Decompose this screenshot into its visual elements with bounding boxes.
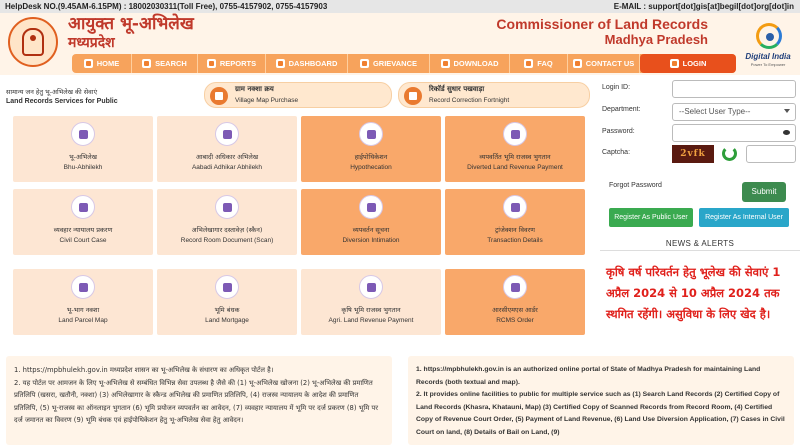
tile-transaction-details[interactable]: ट्रांजेक्शन विवरण Transaction Details	[445, 189, 585, 255]
digital-india-logo[interactable]: Digital India Power To Empower	[742, 23, 794, 71]
login-id-label: Login ID:	[602, 84, 631, 91]
captcha-input[interactable]	[746, 145, 796, 163]
faq-icon	[524, 59, 534, 68]
news-divider	[600, 250, 800, 251]
department-label: Department:	[602, 106, 641, 113]
record-icon	[404, 87, 422, 105]
tile-rcms-order[interactable]: आरसीएमएस आर्डर RCMS Order	[445, 269, 585, 335]
news-alerts-title: NEWS & ALERTS	[665, 239, 735, 248]
login-icon	[669, 59, 679, 68]
tile-agri-revenue[interactable]: कृषि भूमि राजस्व भुगतान Agri. Land Revenu…	[301, 269, 441, 335]
info-panel-hindi: 1. https://mpbhulekh.gov.in मध्यप्रदेश श…	[6, 356, 392, 445]
court-icon	[71, 195, 95, 219]
register-public-button[interactable]: Register As Public User	[609, 208, 693, 227]
tile-land-parcel-map[interactable]: भू-भाग नक्शा Land Parcel Map	[13, 269, 153, 335]
tile-bhu-abhilekh[interactable]: भू-अभिलेख Bhu-Abhilekh	[13, 116, 153, 182]
services-heading: सामान्य जन हेतु भू-अभिलेख की सेवाएं Land…	[6, 88, 118, 105]
submit-button[interactable]: Submit	[742, 182, 786, 202]
email-text: E-MAIL : support[dot]gis[at]begil[dot]or…	[613, 2, 794, 11]
helpdesk-text: HelpDesk NO.(9.45AM-6.15PM) : 1800203031…	[5, 2, 328, 11]
captcha-image: 2vfk	[672, 145, 714, 163]
tile-hypothecation[interactable]: हाईपोथिकेशन Hypothecation	[301, 116, 441, 182]
diversion-icon	[359, 195, 383, 219]
nav-grievance[interactable]: GRIEVANCE	[348, 54, 430, 73]
forgot-password-link[interactable]: Forgot Password	[609, 182, 662, 189]
info-panel-english: 1. https://mpbhulekh.gov.in is an author…	[408, 356, 794, 445]
nav-login[interactable]: LOGIN	[640, 54, 736, 73]
search-icon	[142, 59, 152, 68]
tile-aabadi[interactable]: आबादी अधिकार अभिलेख Aabadi Adhikar Abhile…	[157, 116, 297, 182]
info-hindi-2: 2. यह पोर्टल पर आमजन के लिए भू-अभिलेख से…	[14, 378, 379, 425]
record-correction-link[interactable]: रिकॉर्ड सुधार पखवाड़ा Record Correction …	[398, 82, 590, 108]
nav-search[interactable]: SEARCH	[132, 54, 198, 73]
contact-icon	[572, 59, 582, 68]
agri-payment-icon	[359, 275, 383, 299]
tile-diverted-revenue[interactable]: व्यपवर्तित भूमि राजस्व भुगतान Diverted La…	[445, 116, 585, 182]
scan-icon	[215, 195, 239, 219]
mp-emblem-icon	[8, 17, 58, 67]
tile-land-mortgage[interactable]: भूमि बंधक Land Mortgage	[157, 269, 297, 335]
rcms-icon	[503, 275, 527, 299]
digital-india-icon	[756, 23, 782, 49]
tile-record-room[interactable]: अभिलेखागार दस्तावेज़ (स्कैन) Record Room …	[157, 189, 297, 255]
report-icon	[206, 59, 216, 68]
info-english-2: 2. It provides online facilities to publ…	[416, 391, 785, 436]
english-site-title: Commissioner of Land Records	[496, 16, 708, 32]
password-input[interactable]	[672, 124, 796, 142]
grievance-icon	[359, 59, 369, 68]
village-map-purchase-link[interactable]: ग्राम नक्शा क्रय Village Map Purchase	[204, 82, 392, 108]
main-nav: HOME SEARCH REPORTS DASHBOARD GRIEVANCE …	[72, 54, 736, 73]
nav-home[interactable]: HOME	[72, 54, 132, 73]
document-icon	[215, 122, 239, 146]
eye-icon[interactable]	[783, 130, 790, 135]
transaction-icon	[503, 195, 527, 219]
nav-contact[interactable]: CONTACT US	[568, 54, 640, 73]
parcel-map-icon	[71, 275, 95, 299]
register-internal-button[interactable]: Register As Internal User	[699, 208, 789, 227]
hypothecation-icon	[359, 122, 383, 146]
dashboard-icon	[275, 59, 285, 68]
nav-faq[interactable]: FAQ	[510, 54, 568, 73]
refresh-icon[interactable]	[722, 146, 737, 161]
land-record-icon	[71, 122, 95, 146]
hindi-site-subtitle: मध्यप्रदेश	[68, 35, 115, 51]
info-hindi-1: 1. https://mpbhulekh.gov.in मध्यप्रदेश श…	[14, 366, 274, 374]
nav-download[interactable]: DOWNLOAD	[430, 54, 510, 73]
tile-diversion-intimation[interactable]: व्यपवर्तन सूचना Diversion Intimation	[301, 189, 441, 255]
nav-reports[interactable]: REPORTS	[198, 54, 266, 73]
password-label: Password:	[602, 128, 635, 135]
chevron-down-icon	[784, 109, 790, 113]
map-icon	[210, 87, 228, 105]
login-id-input[interactable]	[672, 80, 796, 98]
department-select[interactable]: --Select User Type--	[672, 103, 796, 121]
english-site-subtitle: Madhya Pradesh	[604, 32, 708, 47]
payment-icon	[503, 122, 527, 146]
tile-civil-court[interactable]: व्यवहार न्यायालय प्रकरण Civil Court Case	[13, 189, 153, 255]
helpdesk-bar: HelpDesk NO.(9.45AM-6.15PM) : 1800203031…	[0, 0, 800, 13]
mortgage-icon	[215, 275, 239, 299]
hindi-site-title: आयुक्त भू-अभिलेख	[68, 14, 194, 34]
home-icon	[83, 59, 93, 68]
captcha-label: Captcha:	[602, 149, 631, 156]
download-icon	[440, 59, 450, 68]
nav-dashboard[interactable]: DASHBOARD	[266, 54, 348, 73]
news-alert-text: कृषि वर्ष परिवर्तन हेतु भूलेख की सेवाएं …	[606, 265, 781, 321]
info-english-1: 1. https://mpbhulekh.gov.in is an author…	[416, 366, 761, 386]
